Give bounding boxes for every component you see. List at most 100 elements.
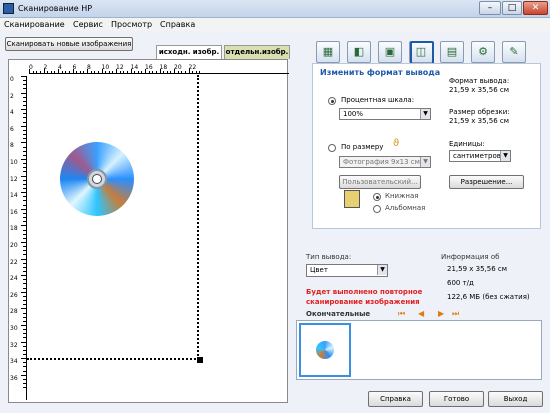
ruler-v-label: 16: [10, 208, 18, 216]
ruler-tick: [54, 71, 56, 73]
ruler-tick: [61, 71, 63, 73]
crop-icon[interactable]: ▣: [378, 41, 402, 63]
ruler-tick: [29, 69, 30, 73]
ruler-tick: [23, 129, 26, 131]
ruler-tick: [21, 242, 26, 243]
scale-label: Процентная шкала:: [341, 96, 415, 104]
scan-new-button[interactable]: Сканировать новые изображения: [5, 37, 133, 51]
custom-button[interactable]: Пользовательский...: [339, 175, 421, 189]
ruler-tick: [188, 69, 190, 73]
settings-icon[interactable]: ⚙: [471, 41, 495, 63]
ruler-v-label: 18: [10, 225, 18, 233]
ruler-v-label: 26: [10, 291, 18, 299]
tab-separate[interactable]: отдельн.изобр.: [224, 45, 290, 59]
scale-select[interactable]: 100% ▼: [339, 108, 431, 120]
menu-service[interactable]: Сервис: [73, 20, 103, 29]
tools-icon[interactable]: ✎: [502, 41, 526, 63]
app-icon: [3, 3, 14, 14]
ruler-v-label: 6: [10, 125, 14, 133]
ruler-tick: [166, 71, 168, 73]
ruler-tick: [23, 349, 26, 351]
ruler-tick: [23, 204, 26, 206]
nav-prev-icon[interactable]: ◀: [418, 309, 424, 318]
ruler-tick: [21, 258, 26, 260]
resize-handle[interactable]: [197, 357, 203, 363]
nav-first-icon[interactable]: ⏮: [398, 309, 405, 319]
ruler-tick: [130, 69, 132, 73]
ruler-tick: [159, 69, 161, 73]
menu-help[interactable]: Справка: [160, 20, 195, 29]
ruler-tick: [23, 320, 26, 322]
preview-area[interactable]: 0 2 4 6 8 10 12 14 16 18 20 22 0 2 4 6 8 10 12 14 16 18 20 22 2…: [8, 59, 289, 403]
output-type-select[interactable]: Цвет ▼: [306, 264, 388, 277]
color-adjust-icon[interactable]: ◧: [347, 41, 371, 63]
ruler-v-label: 10: [10, 159, 18, 166]
ruler-tick: [65, 71, 67, 73]
warning-line-2: сканирование изображения: [306, 298, 420, 306]
final-label: Окончательные: [306, 310, 371, 318]
menu-view[interactable]: Просмотр: [111, 20, 152, 29]
ruler-tick: [23, 378, 26, 380]
ruler-tick: [23, 154, 26, 156]
ruler-tick: [21, 125, 26, 127]
portrait-radio[interactable]: [373, 193, 381, 201]
ruler-tick: [23, 254, 26, 256]
ruler-tick: [23, 283, 26, 285]
ruler-tick: [58, 69, 59, 73]
ruler-tick: [23, 353, 26, 355]
ruler-tick: [21, 92, 26, 94]
app-window: Сканирование HP – □ ✕ Сканирование Серви…: [0, 0, 550, 413]
ruler-tick: [23, 262, 26, 264]
size-radio[interactable]: [328, 144, 336, 152]
preset-select[interactable]: Фотография 9x13 см ▼: [339, 156, 431, 168]
lock-icon: ϑ: [393, 138, 400, 149]
ruler-tick: [79, 71, 81, 73]
ruler-tick: [123, 71, 125, 73]
maximize-button[interactable]: □: [502, 1, 522, 15]
ruler-tick: [163, 71, 165, 73]
ruler-tick: [152, 71, 154, 73]
help-button[interactable]: Справка: [368, 391, 423, 407]
units-label: Единицы:: [449, 140, 485, 148]
ruler-tick: [83, 71, 85, 73]
ruler-tick: [174, 69, 175, 73]
thumbnail-cd-icon: [316, 341, 334, 359]
close-button[interactable]: ✕: [523, 1, 548, 15]
exit-button[interactable]: Выход: [488, 391, 543, 407]
tab-original[interactable]: исходн. изобр.: [156, 45, 222, 59]
ruler-h-label: 10: [101, 64, 110, 71]
ruler-tick: [21, 159, 26, 160]
ruler-tick: [23, 88, 26, 90]
ruler-tick: [23, 217, 26, 218]
ruler-v-label: 4: [10, 109, 14, 117]
ruler-tick: [23, 150, 26, 152]
minimize-button[interactable]: –: [479, 1, 501, 15]
ruler-tick: [50, 71, 52, 73]
output-icon[interactable]: ▤: [440, 41, 464, 63]
orientation-icon: [344, 190, 360, 208]
ruler-tick: [21, 225, 26, 227]
landscape-label: Альбомная: [385, 204, 426, 212]
out-format-label: Формат вывода:: [449, 77, 510, 85]
ruler-tick: [94, 71, 96, 73]
image-adjust-icon[interactable]: ▦: [316, 41, 340, 63]
units-select[interactable]: сантиметров ▼: [449, 150, 511, 162]
landscape-radio[interactable]: [373, 205, 381, 213]
selection-box[interactable]: [27, 75, 199, 360]
ruler-tick: [23, 113, 26, 115]
nav-last-icon[interactable]: ⏭: [452, 309, 459, 319]
scale-radio[interactable]: [328, 97, 336, 105]
done-button[interactable]: Готово: [429, 391, 484, 407]
ruler-tick: [116, 69, 117, 73]
ruler-tick: [21, 325, 26, 326]
ruler-tick: [112, 71, 114, 73]
thumbnail-item[interactable]: [299, 323, 351, 377]
nav-next-icon[interactable]: ▶: [438, 309, 444, 318]
menu-scan[interactable]: Сканирование: [4, 20, 65, 29]
ruler-tick: [68, 71, 70, 73]
ruler-tick: [43, 69, 45, 73]
ruler-tick: [23, 183, 26, 185]
ruler-tick: [47, 71, 49, 73]
ruler-tick: [23, 279, 26, 281]
resolution-button[interactable]: Разрешение...: [449, 175, 524, 189]
